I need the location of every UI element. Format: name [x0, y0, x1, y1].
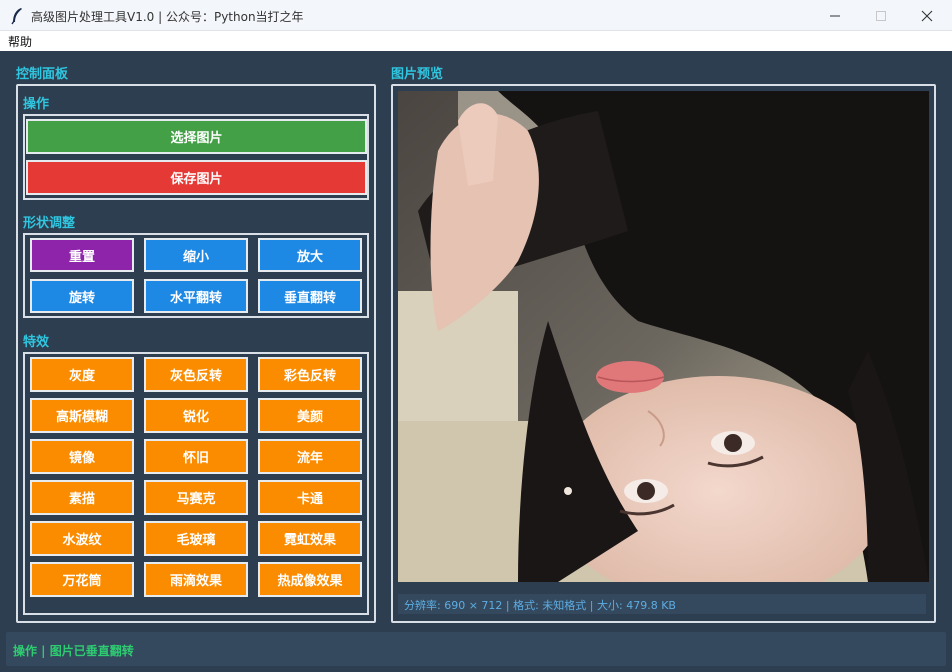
reset-button[interactable]: 重置	[30, 238, 134, 272]
operations-title: 操作	[23, 97, 50, 112]
effect-button-mosaic[interactable]: 马赛克	[144, 480, 248, 515]
menu-bar: 帮助	[0, 31, 952, 51]
effect-button-raindrop[interactable]: 雨滴效果	[144, 562, 248, 597]
effect-button-beauty[interactable]: 美颜	[258, 398, 362, 433]
window-title: 高级图片处理工具V1.0 | 公众号：Python当打之年	[31, 10, 304, 24]
close-icon	[921, 10, 933, 21]
status-text: 操作 | 图片已垂直翻转	[13, 644, 134, 658]
effect-button-color-invert[interactable]: 彩色反转	[258, 357, 362, 392]
effect-button-kaleidoscope[interactable]: 万花筒	[30, 562, 134, 597]
feather-icon	[11, 8, 22, 25]
maximize-button[interactable]	[858, 0, 904, 31]
control-panel-title: 控制面板	[16, 67, 69, 82]
shrink-button[interactable]: 缩小	[144, 238, 248, 272]
horizontal-flip-button[interactable]: 水平翻转	[144, 279, 248, 313]
effect-button-fleeting-years[interactable]: 流年	[258, 439, 362, 474]
effect-button-sketch[interactable]: 素描	[30, 480, 134, 515]
minimize-icon	[830, 15, 840, 16]
maximize-icon	[876, 10, 886, 21]
effect-button-grayscale[interactable]: 灰度	[30, 357, 134, 392]
rotate-button[interactable]: 旋转	[30, 279, 134, 313]
effect-button-cartoon[interactable]: 卡通	[258, 480, 362, 515]
image-info-text: 分辨率: 690 × 712 | 格式: 未知格式 | 大小: 479.8 KB	[404, 599, 676, 612]
image-info-bar: 分辨率: 690 × 712 | 格式: 未知格式 | 大小: 479.8 KB	[398, 594, 926, 614]
title-bar: 高级图片处理工具V1.0 | 公众号：Python当打之年	[0, 0, 952, 31]
effect-button-sharpen[interactable]: 锐化	[144, 398, 248, 433]
enlarge-button[interactable]: 放大	[258, 238, 362, 272]
effects-title: 特效	[23, 335, 50, 350]
status-bar: 操作 | 图片已垂直翻转	[6, 632, 946, 666]
effect-button-nostalgia[interactable]: 怀旧	[144, 439, 248, 474]
close-button[interactable]	[904, 0, 950, 31]
effect-button-gray-invert[interactable]: 灰色反转	[144, 357, 248, 392]
effect-button-thermal[interactable]: 热成像效果	[258, 562, 362, 597]
menu-help[interactable]: 帮助	[8, 33, 32, 50]
image-preview-title: 图片预览	[391, 67, 444, 82]
effect-button-water-ripple[interactable]: 水波纹	[30, 521, 134, 556]
shape-adjust-title: 形状调整	[23, 216, 76, 231]
effect-button-neon[interactable]: 霓虹效果	[258, 521, 362, 556]
select-image-button[interactable]: 选择图片	[26, 119, 367, 154]
effect-button-frosted-glass[interactable]: 毛玻璃	[144, 521, 248, 556]
preview-image	[398, 91, 929, 582]
preview-photo	[398, 91, 929, 582]
effect-button-mirror[interactable]: 镜像	[30, 439, 134, 474]
minimize-button[interactable]	[812, 0, 858, 31]
effect-button-gaussian-blur[interactable]: 高斯模糊	[30, 398, 134, 433]
vertical-flip-button[interactable]: 垂直翻转	[258, 279, 362, 313]
save-image-button[interactable]: 保存图片	[26, 160, 367, 195]
